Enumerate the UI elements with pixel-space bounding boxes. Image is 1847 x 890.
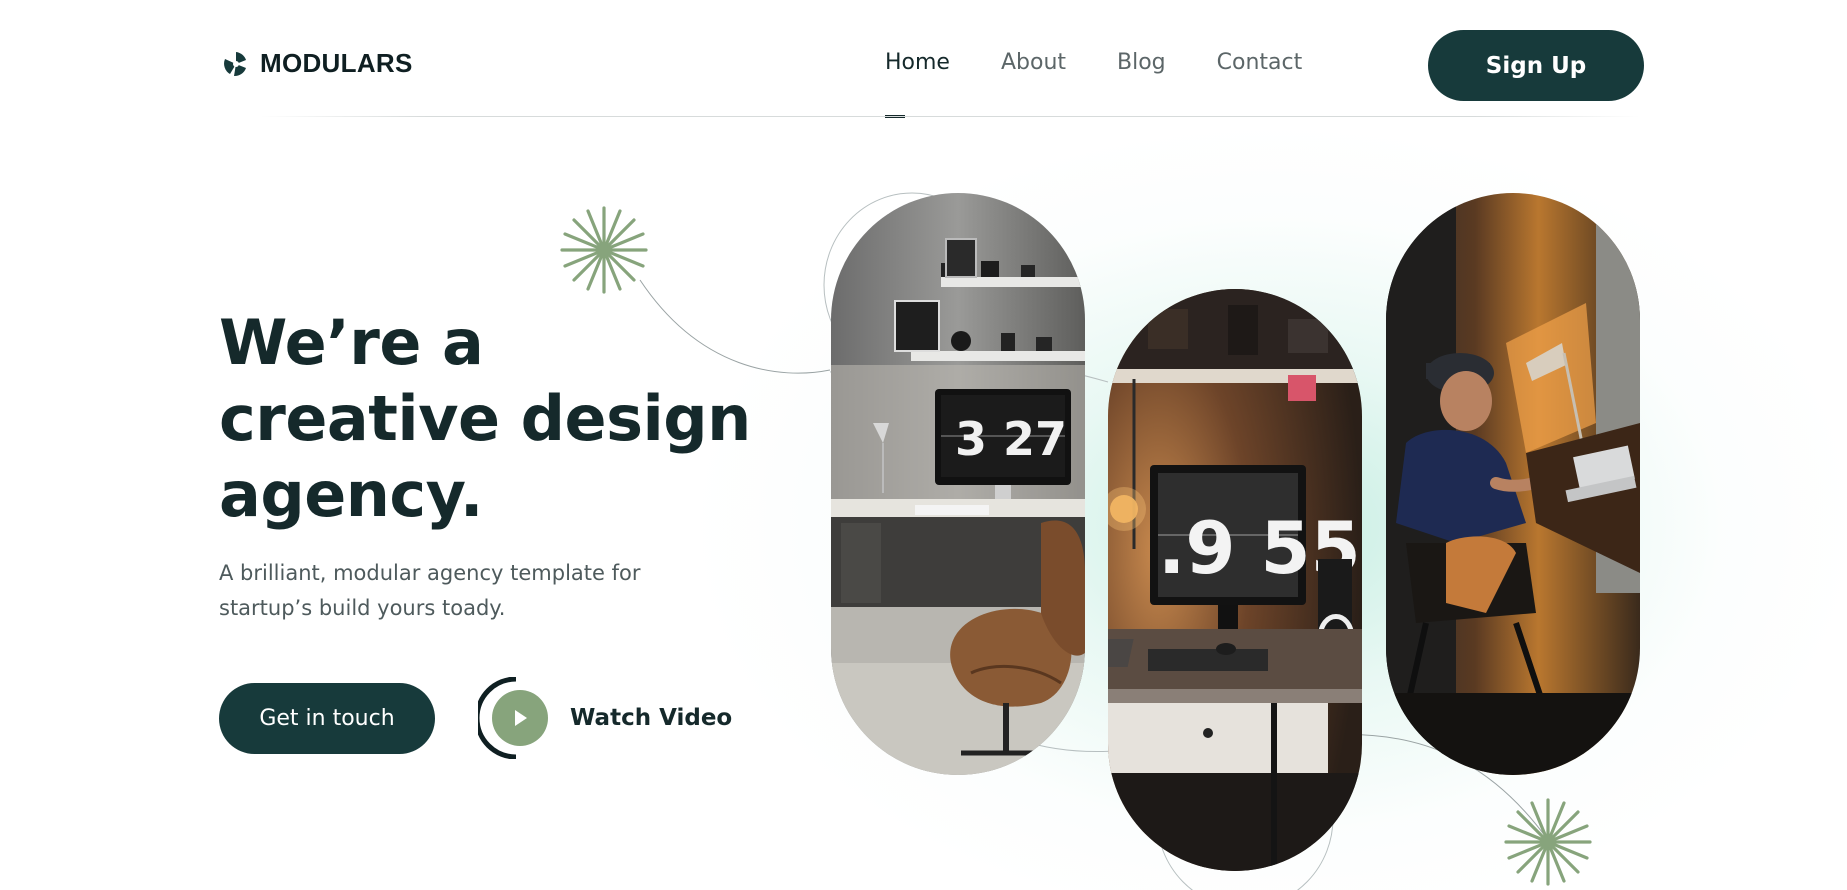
headline-line-2: creative design [219,382,751,455]
nav-item-contact[interactable]: Contact [1217,50,1303,75]
brand-logo[interactable]: MODULARS [222,48,413,79]
headline-line-1: We’re a [219,306,484,379]
starburst-bottom [1504,798,1592,886]
site-header: MODULARS Home About Blog Contact Sign Up [0,0,1847,118]
propeller-logo-icon [224,51,246,76]
subtitle-line-2: startup’s build yours toady. [219,596,506,620]
nav-item-about[interactable]: About [1001,50,1066,75]
watch-video-label: Watch Video [570,705,733,731]
workspace-photo-flip-clock-desk: .9 55 [1108,289,1362,871]
workspace-photo-grey-shelves: 3 27 [831,193,1085,775]
nav-item-home[interactable]: Home [885,50,950,75]
hero-headline: We’re a creative design agency. [219,305,779,533]
hero-subtitle: A brilliant, modular agency template for… [219,556,699,626]
watch-video-button[interactable]: Watch Video [478,677,732,759]
main-nav: Home About Blog Contact [885,50,1302,75]
get-in-touch-button[interactable]: Get in touch [219,683,435,754]
play-button[interactable] [478,677,550,759]
nav-item-blog[interactable]: Blog [1117,50,1166,75]
header-divider [260,116,1640,117]
headline-line-3: agency. [219,458,483,531]
starburst-top [560,206,648,294]
signup-button[interactable]: Sign Up [1428,30,1644,101]
brand-name: MODULARS [260,48,413,78]
workspace-photo-man-at-laptop [1386,193,1640,775]
flip-clock-1: 3 27 [955,412,1067,466]
subtitle-line-1: A brilliant, modular agency template for [219,561,641,585]
